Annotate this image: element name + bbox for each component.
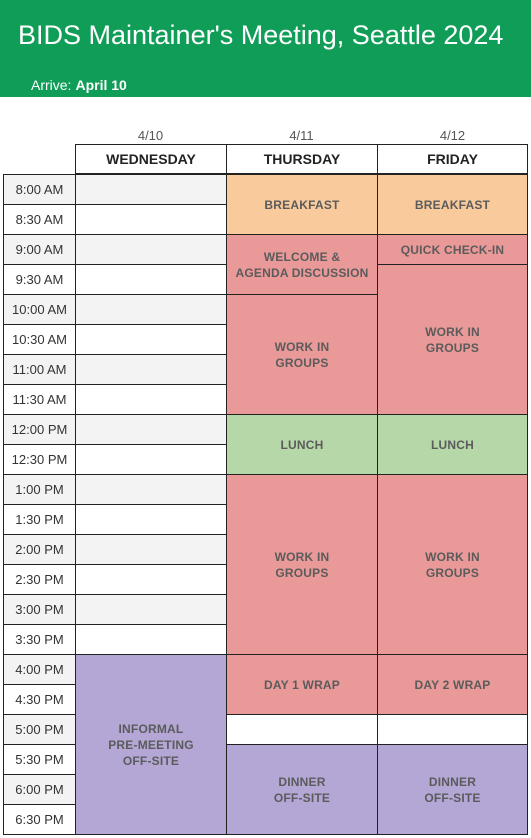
date-label-thursday: 4/11: [289, 127, 314, 143]
time-slot: 12:30 PM: [3, 445, 75, 475]
wednesday-empty-slot: [75, 535, 226, 565]
day-header-friday: FRIDAY: [377, 144, 528, 174]
event-friday-work-afternoon: WORK IN GROUPS: [377, 475, 528, 655]
time-slot: 4:00 PM: [3, 655, 75, 685]
thursday-empty-slot: [226, 715, 377, 745]
event-thursday-work-morning: WORK IN GROUPS: [226, 295, 377, 415]
time-slot: 4:30 PM: [3, 685, 75, 715]
time-slot: 11:00 AM: [3, 355, 75, 385]
wednesday-empty-slot: [75, 595, 226, 625]
event-thursday-lunch: LUNCH: [226, 415, 377, 475]
time-slot: 10:00 AM: [3, 295, 75, 325]
time-slot: 3:30 PM: [3, 625, 75, 655]
event-day-1-wrap: DAY 1 WRAP: [226, 655, 377, 715]
wednesday-empty-slot: [75, 325, 226, 355]
event-thursday-work-afternoon: WORK IN GROUPS: [226, 475, 377, 655]
time-slot: 1:00 PM: [3, 475, 75, 505]
date-label-friday: 4/12: [439, 127, 466, 143]
date-label-wednesday: 4/10: [137, 127, 164, 143]
time-slot: 2:30 PM: [3, 565, 75, 595]
time-slot: 1:30 PM: [3, 505, 75, 535]
wednesday-empty-slot: [75, 385, 226, 415]
wednesday-empty-slot: [75, 475, 226, 505]
wednesday-empty-slot: [75, 625, 226, 655]
time-slot: 6:00 PM: [3, 775, 75, 805]
wednesday-empty-slot: [75, 235, 226, 265]
event-informal-pre-meeting: INFORMAL PRE-MEETING OFF-SITE: [75, 655, 226, 835]
time-slot: 5:30 PM: [3, 745, 75, 775]
event-quick-check-in: QUICK CHECK-IN: [377, 235, 528, 265]
wednesday-empty-slot: [75, 205, 226, 235]
time-slot: 9:00 AM: [3, 235, 75, 265]
schedule-grid: 4/10 4/11 4/12 WEDNESDAY THURSDAY FRIDAY…: [0, 0, 531, 838]
event-friday-breakfast: BREAKFAST: [377, 175, 528, 235]
event-friday-dinner: DINNER OFF-SITE: [377, 745, 528, 835]
wednesday-empty-slot: [75, 295, 226, 325]
wednesday-empty-slot: [75, 175, 226, 205]
wednesday-empty-slot: [75, 265, 226, 295]
event-day-2-wrap: DAY 2 WRAP: [377, 655, 528, 715]
wednesday-empty-slot: [75, 565, 226, 595]
event-thursday-breakfast: BREAKFAST: [226, 175, 377, 235]
friday-empty-slot: [377, 715, 528, 745]
time-slot: 8:00 AM: [3, 175, 75, 205]
wednesday-empty-slot: [75, 355, 226, 385]
day-header-thursday: THURSDAY: [226, 144, 377, 174]
time-slot: 11:30 AM: [3, 385, 75, 415]
wednesday-empty-slot: [75, 415, 226, 445]
time-slot: 8:30 AM: [3, 205, 75, 235]
event-welcome-agenda: WELCOME & AGENDA DISCUSSION: [226, 235, 377, 295]
time-slot: 9:30 AM: [3, 265, 75, 295]
event-thursday-dinner: DINNER OFF-SITE: [226, 745, 377, 835]
time-slot: 3:00 PM: [3, 595, 75, 625]
time-slot: 2:00 PM: [3, 535, 75, 565]
event-friday-work-morning: WORK IN GROUPS: [377, 265, 528, 415]
day-header-wednesday: WEDNESDAY: [75, 144, 226, 174]
wednesday-empty-slot: [75, 505, 226, 535]
time-slot: 12:00 PM: [3, 415, 75, 445]
time-slot: 5:00 PM: [3, 715, 75, 745]
time-slot: 10:30 AM: [3, 325, 75, 355]
wednesday-empty-slot: [75, 445, 226, 475]
time-slot: 6:30 PM: [3, 805, 75, 835]
event-friday-lunch: LUNCH: [377, 415, 528, 475]
